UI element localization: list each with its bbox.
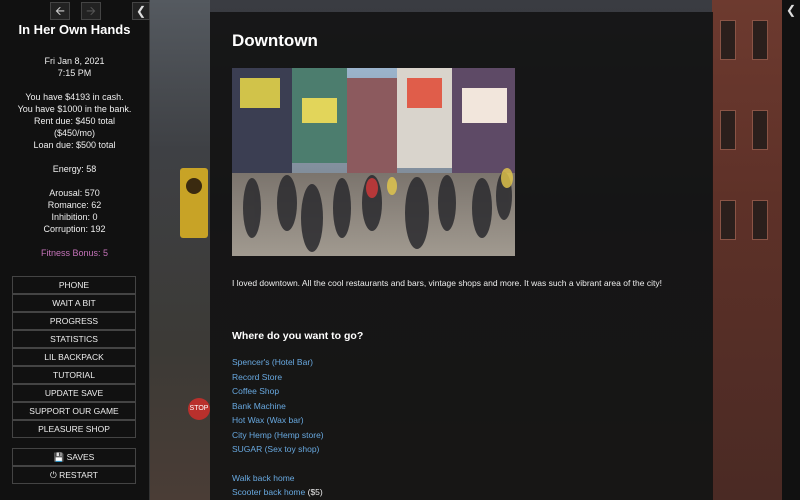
link-hot-wax[interactable]: Hot Wax (Wax bar)	[232, 415, 304, 425]
loan-text: Loan due: $500 total	[33, 140, 116, 150]
menu-support-button[interactable]: SUPPORT OUR GAME	[12, 402, 136, 420]
corruption-stat: Corruption: 192	[43, 224, 106, 234]
link-spencers[interactable]: Spencer's (Hotel Bar)	[232, 357, 313, 367]
menu-pleasure-shop-button[interactable]: PLEASURE SHOP	[12, 420, 136, 438]
building-window	[752, 20, 768, 60]
date-text: Fri Jan 8, 2021	[44, 56, 105, 66]
link-coffee-shop[interactable]: Coffee Shop	[232, 386, 279, 396]
chevron-left-icon: ❮	[135, 4, 147, 18]
downtown-photo-illustration	[232, 68, 515, 256]
story-title: In Her Own Hands	[18, 22, 131, 37]
inhibition-stat: Inhibition: 0	[51, 212, 98, 222]
link-city-hemp[interactable]: City Hemp (Hemp store)	[232, 430, 324, 440]
fitness-bonus: Fitness Bonus: 5	[40, 248, 109, 258]
restart-button[interactable]: ⏻ RESTART	[12, 466, 136, 484]
bank-text: You have $1000 in the bank.	[17, 104, 132, 114]
building-window	[752, 110, 768, 150]
arrow-left-icon: 🡨	[55, 4, 65, 18]
story-sidebar: 🡨 🡪 ❮ In Her Own Hands Fri Jan 8, 2021 7…	[0, 0, 150, 500]
power-icon: ⏻	[50, 470, 57, 480]
building-window	[720, 200, 736, 240]
menu-statistics-button[interactable]: STATISTICS	[12, 330, 136, 348]
background-building-right	[712, 0, 782, 500]
link-record-store[interactable]: Record Store	[232, 372, 282, 382]
history-forward-button[interactable]: 🡪	[81, 2, 101, 20]
stop-sign: STOP	[188, 398, 210, 420]
floppy-disk-icon: 💾	[53, 452, 65, 462]
arrow-right-icon: 🡪	[86, 4, 96, 18]
stats-panel: Fri Jan 8, 2021 7:15 PM You have $4193 i…	[0, 55, 149, 259]
building-window	[720, 110, 736, 150]
downtown-image	[232, 68, 515, 256]
traffic-light	[180, 168, 208, 238]
passage-text: I loved downtown. All the cool restauran…	[232, 278, 662, 288]
rent-monthly-text: ($450/mo)	[53, 128, 96, 138]
sidebar-collapse-button[interactable]: ❮	[132, 2, 150, 20]
restart-label: RESTART	[59, 470, 98, 480]
link-sugar[interactable]: SUGAR (Sex toy shop)	[232, 444, 319, 454]
chevron-left-icon: ❮	[785, 3, 797, 17]
scooter-price: ($5)	[307, 487, 323, 497]
menu-update-save-button[interactable]: UPDATE SAVE	[12, 384, 136, 402]
energy-stat: Energy: 58	[52, 164, 97, 174]
save-controls: 💾 SAVES ⏻ RESTART	[12, 448, 136, 484]
rent-text: Rent due: $450 total	[33, 116, 116, 126]
right-collapse-button[interactable]: ❮	[783, 2, 799, 18]
passage-panel: Downtown I loved downtown. All the cool …	[210, 12, 713, 500]
destination-links: Spencer's (Hotel Bar) Record Store Coffe…	[232, 355, 324, 500]
saves-label: SAVES	[66, 452, 95, 462]
building-window	[752, 200, 768, 240]
sidebar-menu: PHONE WAIT A BIT PROGRESS STATISTICS LIL…	[12, 276, 136, 438]
passage-question: Where do you want to go?	[232, 330, 364, 342]
menu-tutorial-button[interactable]: TUTORIAL	[12, 366, 136, 384]
saves-button[interactable]: 💾 SAVES	[12, 448, 136, 466]
right-panel-strip: ❮	[782, 0, 800, 500]
arousal-stat: Arousal: 570	[49, 188, 100, 198]
link-walk-home[interactable]: Walk back home	[232, 473, 295, 483]
cash-text: You have $4193 in cash.	[25, 92, 124, 102]
building-window	[720, 20, 736, 60]
menu-progress-button[interactable]: PROGRESS	[12, 312, 136, 330]
menu-wait-button[interactable]: WAIT A BIT	[12, 294, 136, 312]
romance-stat: Romance: 62	[47, 200, 102, 210]
background-building-left	[150, 0, 210, 500]
menu-backpack-button[interactable]: LIL BACKPACK	[12, 348, 136, 366]
history-back-button[interactable]: 🡨	[50, 2, 70, 20]
menu-phone-button[interactable]: PHONE	[12, 276, 136, 294]
time-text: 7:15 PM	[57, 68, 92, 78]
link-scooter-home[interactable]: Scooter back home	[232, 487, 305, 497]
link-bank-machine[interactable]: Bank Machine	[232, 401, 286, 411]
passage-title: Downtown	[232, 31, 318, 50]
